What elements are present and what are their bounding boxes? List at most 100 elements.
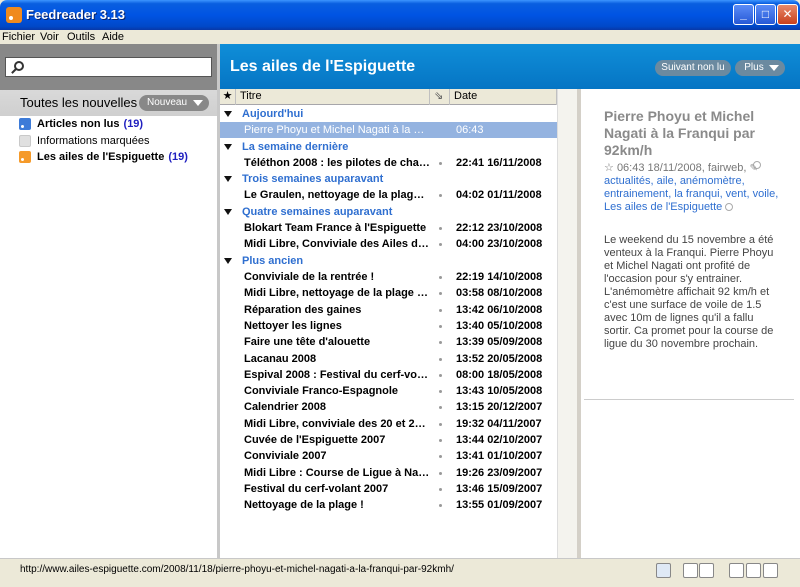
star-icon[interactable]: ☆ — [604, 162, 614, 174]
star-column-icon[interactable]: ★ — [220, 89, 236, 105]
article-row[interactable]: Midi Libre, Conviviale des Ailes de l'Es… — [220, 236, 557, 252]
column-date[interactable]: Date — [450, 89, 557, 105]
article-row[interactable]: Cuvée de l'Espiguette 2007 13:44 02/10/20… — [220, 432, 557, 448]
article-preview: Pierre Phoyu et Michel Nagati à la Franq… — [581, 89, 800, 558]
menu-fichier[interactable]: Fichier — [2, 31, 35, 43]
chevron-down-icon[interactable] — [224, 258, 232, 264]
rss-icon — [19, 151, 31, 163]
unread-dot-icon[interactable] — [439, 227, 442, 230]
circle-icon[interactable] — [725, 203, 734, 212]
article-row[interactable]: Nettoyage de la plage ! 13:55 01/09/2007 — [220, 497, 557, 513]
chevron-down-icon[interactable] — [224, 209, 232, 215]
group-header[interactable]: La semaine dernière — [220, 139, 557, 155]
unread-dot-icon[interactable] — [439, 504, 442, 507]
preview-tags[interactable]: actualités, aile, anémomètre, entraineme… — [604, 175, 778, 213]
search-icon — [14, 61, 24, 71]
unread-dot-icon[interactable] — [439, 194, 442, 197]
close-button[interactable]: ✕ — [777, 4, 798, 25]
group-header[interactable]: Aujourd'hui — [220, 106, 557, 122]
article-row[interactable]: Conviviale 2007 13:41 01/10/2007 — [220, 448, 557, 464]
search-area — [0, 44, 217, 90]
unread-dot-icon[interactable] — [439, 374, 442, 377]
feed-title: Les ailes de l'Espiguette — [230, 58, 416, 75]
article-row[interactable]: Midi Libre : Course de Ligue à Narbonne 1… — [220, 465, 557, 481]
unread-dot-icon[interactable] — [439, 243, 442, 246]
article-row[interactable]: Le Graulen, nettoyage de la plage de l'E… — [220, 187, 557, 203]
article-row[interactable]: Blokart Team France à l'Espiguette 22:12 … — [220, 220, 557, 236]
article-title: Midi Libre, conviviale des 20 et 21 octo… — [244, 418, 430, 430]
group-label: Plus ancien — [242, 255, 304, 267]
unread-dot-icon[interactable] — [439, 276, 442, 279]
unread-dot-icon[interactable] — [439, 455, 442, 458]
article-row[interactable]: Pierre Phoyu et Michel Nagati à la Franq… — [220, 122, 557, 138]
preview-title[interactable]: Pierre Phoyu et Michel Nagati à la Franq… — [604, 108, 774, 159]
sidebar-item-unread[interactable]: Articles non lus (19) — [0, 116, 217, 133]
group-header[interactable]: Plus ancien — [220, 253, 557, 269]
rss-icon — [19, 118, 31, 130]
article-date: 13:42 06/10/2008 — [456, 304, 543, 316]
unread-dot-icon[interactable] — [439, 309, 442, 312]
article-date: 13:39 05/09/2008 — [456, 336, 543, 348]
article-title: Festival du cerf-volant 2007 — [244, 483, 389, 495]
minimize-button[interactable]: _ — [733, 4, 754, 25]
unread-dot-icon[interactable] — [439, 406, 442, 409]
status-bar: http://www.ailes-espiguette.com/2008/11/… — [0, 558, 800, 587]
article-title: Nettoyer les lignes — [244, 320, 342, 332]
sidebar-item-espiguette[interactable]: Les ailes de l'Espiguette (19) — [0, 149, 217, 166]
unread-dot-icon[interactable] — [439, 439, 442, 442]
layout-icon-3[interactable] — [763, 563, 778, 578]
unread-dot-icon[interactable] — [439, 358, 442, 361]
article-row[interactable]: Espival 2008 : Festival du cerf-volant 08… — [220, 367, 557, 383]
menu-outils[interactable]: Outils — [67, 31, 95, 43]
unread-dot-icon[interactable] — [439, 325, 442, 328]
article-row[interactable]: Midi Libre, nettoyage de la plage avec l… — [220, 285, 557, 301]
font-size-icon[interactable] — [683, 563, 698, 578]
sidebar-item-flagged[interactable]: Informations marquées — [0, 133, 217, 150]
article-row[interactable]: Faire une tête d'alouette 13:39 05/09/200… — [220, 334, 557, 350]
group-header[interactable]: Trois semaines auparavant — [220, 171, 557, 187]
chevron-down-icon — [193, 100, 203, 106]
unread-dot-icon[interactable] — [439, 390, 442, 393]
article-date: 13:44 02/10/2007 — [456, 434, 543, 446]
article-row[interactable]: Calendrier 2008 13:15 20/12/2007 — [220, 399, 557, 415]
group-header[interactable]: Quatre semaines auparavant — [220, 204, 557, 220]
menu-aide[interactable]: Aide — [102, 31, 124, 43]
article-list-scrollbar[interactable] — [557, 89, 577, 558]
sidebar-header: Toutes les nouvelles Nouveau — [0, 90, 217, 116]
more-button[interactable]: Plus — [735, 60, 785, 76]
article-row[interactable]: Midi Libre, conviviale des 20 et 21 octo… — [220, 416, 557, 432]
chevron-down-icon[interactable] — [224, 111, 232, 117]
globe-icon[interactable] — [656, 563, 671, 578]
chevron-down-icon[interactable] — [224, 144, 232, 150]
nouveau-filter-button[interactable]: Nouveau — [139, 95, 209, 111]
unread-dot-icon[interactable] — [439, 472, 442, 475]
unread-dot-icon[interactable] — [439, 162, 442, 165]
article-date: 13:40 05/10/2008 — [456, 320, 543, 332]
unread-dot-icon[interactable] — [439, 488, 442, 491]
unread-dot-icon[interactable] — [439, 423, 442, 426]
layout-icon-1[interactable] — [729, 563, 744, 578]
article-row[interactable]: Conviviale de la rentrée ! 22:19 14/10/20… — [220, 269, 557, 285]
unread-dot-icon[interactable] — [439, 341, 442, 344]
maximize-button[interactable]: □ — [755, 4, 776, 25]
menu-voir[interactable]: Voir — [40, 31, 59, 43]
layout-icon-2[interactable] — [746, 563, 761, 578]
search-input[interactable] — [5, 57, 212, 77]
article-row[interactable]: Conviviale Franco-Espagnole 13:43 10/05/2… — [220, 383, 557, 399]
article-row[interactable]: Festival du cerf-volant 2007 13:46 15/09/… — [220, 481, 557, 497]
font-style-icon[interactable] — [699, 563, 714, 578]
unread-dot-icon[interactable] — [439, 292, 442, 295]
article-date: 13:52 20/05/2008 — [456, 353, 543, 365]
article-row[interactable]: Nettoyer les lignes 13:40 05/10/2008 — [220, 318, 557, 334]
sort-arrows-icon[interactable]: ⇘ — [430, 89, 450, 105]
chevron-down-icon[interactable] — [224, 176, 232, 182]
preview-author: fairweb, — [707, 162, 747, 174]
more-label: Plus — [744, 62, 764, 73]
article-row[interactable]: Réparation des gaines 13:42 06/10/2008 — [220, 302, 557, 318]
preview-meta: ☆ 06:43 18/11/2008, fairweb, ✎ actualité… — [604, 162, 784, 214]
next-unread-button[interactable]: Suivant non lu — [655, 60, 731, 76]
column-title[interactable]: Titre — [236, 89, 430, 105]
article-row[interactable]: Téléthon 2008 : les pilotes de char à vo… — [220, 155, 557, 171]
article-row[interactable]: Lacanau 2008 13:52 20/05/2008 — [220, 351, 557, 367]
article-date: 04:00 23/10/2008 — [456, 238, 543, 250]
